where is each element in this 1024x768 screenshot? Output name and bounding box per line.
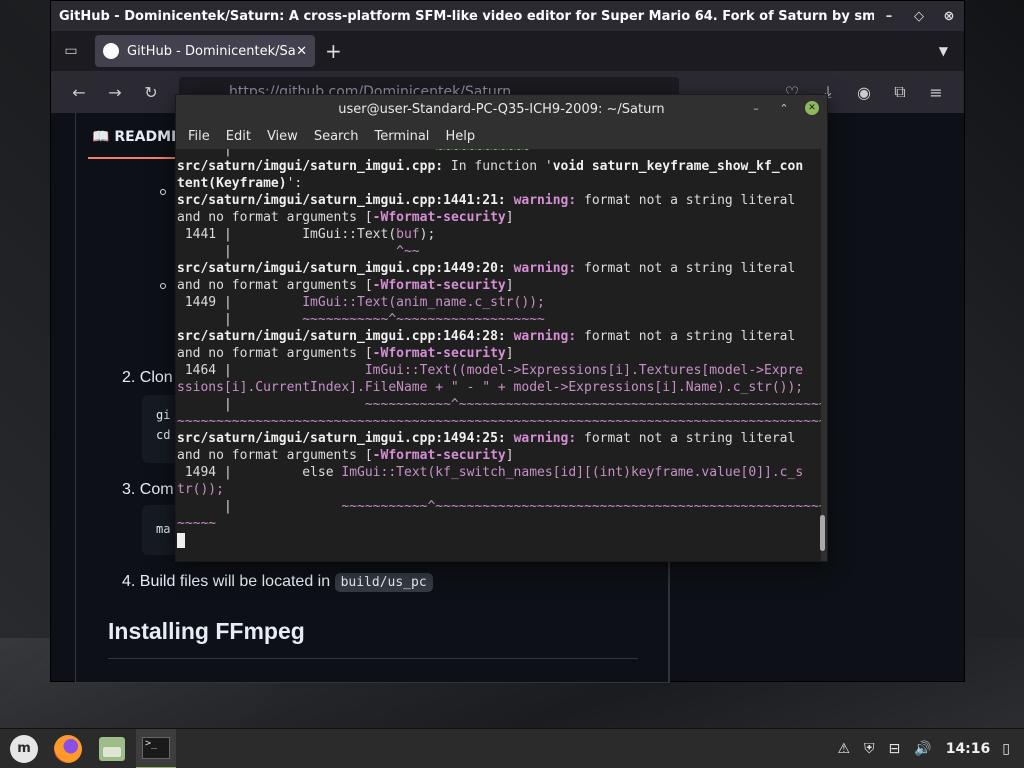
files-icon: [99, 736, 125, 761]
terminal-minimize-button[interactable]: –: [749, 102, 763, 115]
volume-icon[interactable]: 🔊: [914, 741, 931, 757]
terminal-title: user@user-Standard-PC-Q35-ICH9-2009: ~/S…: [338, 101, 665, 117]
menu-search[interactable]: Search: [314, 129, 359, 144]
firefox-view-icon[interactable]: ▭: [57, 43, 85, 59]
terminal-menubar: File Edit View Search Terminal Help: [176, 123, 827, 149]
terminal-cursor: [177, 533, 185, 548]
firefox-titlebar[interactable]: GitHub - Dominicentek/Saturn: A cross-pl…: [51, 1, 964, 31]
shield-icon[interactable]: ⛨: [864, 741, 875, 757]
mint-logo-icon: m: [10, 734, 38, 763]
menu-edit[interactable]: Edit: [226, 129, 251, 144]
clock[interactable]: 14:16: [946, 741, 991, 757]
forward-icon[interactable]: →: [97, 83, 133, 102]
terminal-close-button[interactable]: ✕: [805, 101, 819, 115]
account-icon[interactable]: ◉: [846, 83, 882, 102]
taskbar-files[interactable]: [92, 729, 132, 768]
terminal-maximize-button[interactable]: ⌃: [777, 102, 791, 115]
terminal-icon: >_: [142, 736, 170, 759]
menu-icon[interactable]: ≡: [918, 83, 954, 102]
show-desktop-icon[interactable]: ▯: [1002, 741, 1010, 757]
new-tab-button[interactable]: +: [325, 39, 342, 63]
firefox-icon: [54, 734, 82, 763]
extensions-icon[interactable]: ⧉: [882, 82, 918, 102]
terminal-window: user@user-Standard-PC-Q35-ICH9-2009: ~/S…: [175, 94, 828, 562]
tab-bar: ▭ GitHub - Dominicentek/Sat ✕ + ▼: [51, 31, 964, 71]
reload-icon[interactable]: ↻: [133, 83, 169, 102]
menu-terminal[interactable]: Terminal: [374, 129, 429, 144]
tab-label: GitHub - Dominicentek/Sat: [127, 43, 297, 59]
installing-ffmpeg-heading: Installing FFmpeg: [108, 618, 305, 644]
terminal-titlebar[interactable]: user@user-Standard-PC-Q35-ICH9-2009: ~/S…: [176, 95, 827, 123]
github-favicon-icon: [103, 43, 119, 59]
book-icon: 📖: [92, 129, 110, 145]
tab-close-icon[interactable]: ✕: [296, 44, 307, 59]
list-bullet: [160, 283, 166, 289]
start-menu-button[interactable]: m: [4, 729, 44, 768]
menu-file[interactable]: File: [188, 129, 210, 144]
taskbar-terminal[interactable]: >_: [136, 728, 176, 768]
menu-view[interactable]: View: [267, 129, 298, 144]
build-path-code: build/us_pc: [334, 573, 433, 592]
close-button[interactable]: ⊗: [934, 9, 964, 24]
step-3-text: 3. Com: [122, 481, 174, 498]
step-4-text: 4. Build files will be located in build/…: [122, 573, 433, 592]
taskbar-firefox[interactable]: [48, 729, 88, 768]
taskbar: m >_ ⚠ ⛨ ⊟ 🔊 14:16 ▯: [0, 728, 1024, 768]
maximize-button[interactable]: ◇: [904, 9, 934, 24]
heading-divider: [108, 658, 638, 659]
menu-help[interactable]: Help: [445, 129, 475, 144]
list-tabs-chevron-icon[interactable]: ▼: [939, 44, 948, 58]
window-title: GitHub - Dominicentek/Saturn: A cross-pl…: [59, 8, 874, 24]
terminal-scrollbar[interactable]: [820, 515, 825, 551]
tab-github[interactable]: GitHub - Dominicentek/Sat ✕: [95, 35, 315, 67]
minimize-button[interactable]: –: [874, 9, 904, 24]
list-bullet: [160, 189, 166, 195]
update-manager-icon[interactable]: ⚠: [837, 741, 850, 757]
step-2-text: 2. Clon: [122, 369, 173, 386]
back-icon[interactable]: ←: [61, 83, 97, 102]
network-icon[interactable]: ⊟: [889, 741, 901, 757]
terminal-output[interactable]: | ^~~~~~~~~~~~~ src/saturn/imgui/saturn_…: [176, 149, 821, 561]
